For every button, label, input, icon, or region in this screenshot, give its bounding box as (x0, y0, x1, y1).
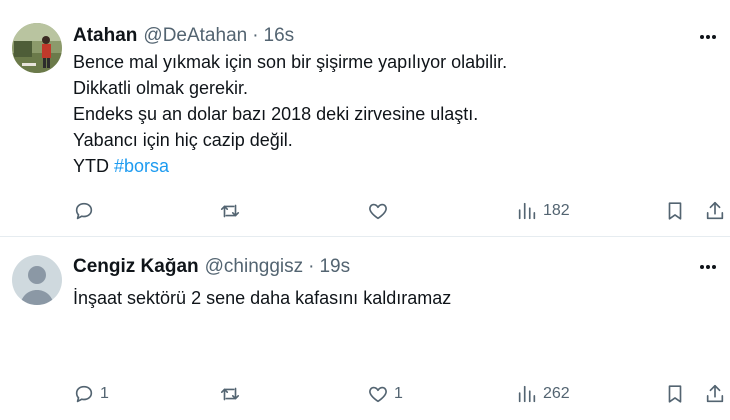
like-button[interactable]: 1 (367, 382, 403, 406)
tweet[interactable]: Cengiz Kağan @chinggisz · 19s İnşaat sek… (0, 237, 730, 420)
bookmark-button[interactable] (664, 382, 686, 406)
display-name[interactable]: Atahan (73, 25, 137, 47)
tweet-text: İnşaat sektörü 2 sene daha kafasını kald… (73, 285, 451, 311)
retweet-icon (219, 200, 241, 222)
analytics-icon (516, 200, 538, 222)
tweet-text-line: Bence mal yıkmak için son bir şişirme ya… (73, 52, 508, 72)
share-button[interactable] (704, 382, 726, 406)
tweet[interactable]: Atahan @DeAtahan · 16s Bence mal yıkmak … (0, 0, 730, 237)
user-handle[interactable]: @chinggisz (205, 256, 304, 278)
view-count: 182 (543, 202, 570, 219)
tweet-text: Bence mal yıkmak için son bir şişirme ya… (73, 49, 507, 179)
tweet-text-line: İnşaat sektörü 2 sene daha kafasını kald… (73, 288, 452, 308)
reply-count: 1 (100, 385, 109, 402)
tweet-actions: 182 (0, 199, 730, 223)
user-handle[interactable]: @DeAtahan (143, 25, 247, 47)
timestamp[interactable]: 19s (319, 256, 350, 278)
bookmark-icon (664, 383, 686, 405)
heart-icon (367, 383, 389, 405)
reply-icon (73, 200, 95, 222)
reply-button[interactable] (73, 199, 100, 223)
tweet-text-line: Dikkatli olmak gerekir. (73, 78, 249, 98)
separator: · (308, 256, 315, 277)
retweet-button[interactable] (219, 199, 246, 223)
more-horizontal-icon[interactable] (698, 27, 718, 47)
bookmark-button[interactable] (664, 199, 686, 223)
tweet-header: Cengiz Kağan @chinggisz · 19s (73, 256, 350, 278)
tweet-text-line: YTD #borsa (73, 153, 507, 179)
avatar[interactable] (12, 23, 62, 73)
heart-icon (367, 200, 389, 222)
tweet-text-prefix: YTD (73, 156, 109, 176)
tweet-text-line: Endeks şu an dolar bazı 2018 deki zirves… (73, 104, 479, 124)
timestamp[interactable]: 16s (264, 25, 295, 47)
reply-button[interactable]: 1 (73, 382, 109, 406)
more-horizontal-icon[interactable] (698, 257, 718, 277)
bookmark-icon (664, 200, 686, 222)
separator: · (252, 25, 259, 46)
tweet-actions: 1 1 262 (0, 382, 730, 406)
share-icon (704, 200, 726, 222)
view-count: 262 (543, 385, 570, 402)
avatar[interactable] (12, 255, 62, 305)
tweet-header: Atahan @DeAtahan · 16s (73, 25, 294, 47)
retweet-icon (219, 383, 241, 405)
views-button[interactable]: 182 (516, 199, 570, 223)
hashtag-link[interactable]: #borsa (114, 156, 169, 176)
share-button[interactable] (704, 199, 726, 223)
tweet-text-line: Yabancı için hiç cazip değil. (73, 130, 293, 150)
retweet-button[interactable] (219, 382, 246, 406)
share-icon (704, 383, 726, 405)
like-button[interactable] (367, 199, 394, 223)
reply-icon (73, 383, 95, 405)
views-button[interactable]: 262 (516, 382, 570, 406)
like-count: 1 (394, 385, 403, 402)
analytics-icon (516, 383, 538, 405)
display-name[interactable]: Cengiz Kağan (73, 256, 199, 278)
